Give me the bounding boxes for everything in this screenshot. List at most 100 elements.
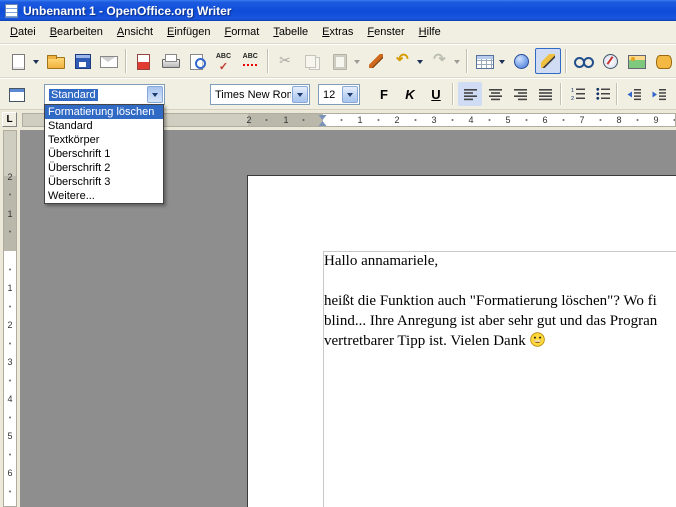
document-line: blind... Ihre Anregung ist aber sehr gut… (324, 311, 657, 331)
print-button[interactable] (157, 48, 183, 74)
paragraph-style-dropdown-button[interactable] (147, 86, 163, 103)
ruler-number: 4 (468, 114, 473, 127)
align-right-button[interactable] (508, 82, 532, 106)
standard-toolbar (0, 44, 676, 78)
style-option-formatierung-loeschen[interactable]: Formatierung löschen (45, 105, 163, 119)
insert-table-button[interactable] (471, 48, 497, 74)
svg-text:1: 1 (571, 88, 574, 94)
document-line: vertretbarer Tipp ist. Vielen Dank (324, 331, 657, 351)
toolbar-separator (616, 83, 617, 105)
format-paintbrush-button[interactable] (363, 48, 389, 74)
open-button[interactable] (42, 48, 68, 74)
undo-button[interactable] (389, 48, 415, 74)
style-option-ueberschrift-1[interactable]: Überschrift 1 (45, 147, 163, 161)
font-size-combo[interactable]: 12 (318, 84, 360, 105)
underline-button[interactable]: U (424, 82, 448, 106)
toolbar-separator (565, 49, 566, 73)
redo-arrow-icon (429, 52, 449, 70)
align-left-button[interactable] (458, 82, 482, 106)
save-floppy-icon (72, 52, 92, 70)
redo-button[interactable] (426, 48, 452, 74)
style-option-textkoerper[interactable]: Textkörper (45, 133, 163, 147)
styles-window-button[interactable] (4, 82, 28, 106)
font-size-value[interactable]: 12 (319, 89, 341, 101)
data-sources-button[interactable] (650, 48, 676, 74)
navigator-button[interactable] (597, 48, 623, 74)
export-as-pdf-button[interactable] (130, 48, 156, 74)
style-option-weitere[interactable]: Weitere... (45, 189, 163, 203)
menu-item-fenster[interactable]: Fenster (360, 22, 411, 42)
toolbar-separator (466, 49, 467, 73)
spellcheck-button[interactable] (211, 48, 237, 74)
cut-button[interactable] (272, 48, 298, 74)
undo-dropdown[interactable] (415, 48, 425, 74)
menu-item-einfuegen[interactable]: Einfügen (160, 22, 217, 42)
paste-button[interactable] (326, 48, 352, 74)
font-name-combo[interactable]: Times New Roman (210, 84, 310, 105)
find-and-replace-button[interactable] (570, 48, 596, 74)
justify-button[interactable] (533, 82, 557, 106)
ruler-band (4, 131, 16, 176)
menu-item-hilfe[interactable]: Hilfe (412, 22, 448, 42)
svg-text:2: 2 (571, 96, 574, 101)
vertical-ruler[interactable]: 2 1 1 2 3 4 5 6 (3, 130, 17, 507)
auto-spellcheck-icon (240, 52, 260, 70)
show-draw-functions-button[interactable] (535, 48, 561, 74)
document-text-area[interactable]: Hallo annamariele, heißt die Funktion au… (324, 251, 657, 351)
align-right-icon (513, 88, 528, 101)
font-size-dropdown-button[interactable] (342, 86, 358, 103)
document-page[interactable]: Hallo annamariele, heißt die Funktion au… (247, 175, 676, 507)
style-option-ueberschrift-3[interactable]: Überschrift 3 (45, 175, 163, 189)
tab-stop-selector[interactable]: L (2, 112, 17, 127)
pdf-icon (133, 52, 153, 70)
align-center-button[interactable] (483, 82, 507, 106)
paste-dropdown[interactable] (352, 48, 362, 74)
new-document-button[interactable] (5, 48, 31, 74)
paragraph-style-value[interactable]: Standard (45, 89, 146, 101)
save-button[interactable] (69, 48, 95, 74)
menu-item-tabelle[interactable]: Tabelle (266, 22, 315, 42)
numbered-list-button[interactable]: 12 (566, 82, 590, 106)
copy-icon (302, 52, 322, 70)
document-line: heißt die Funktion auch "Formatierung lö… (324, 291, 657, 311)
hyperlink-button[interactable] (508, 48, 534, 74)
indent-marker[interactable] (319, 115, 328, 126)
auto-spellcheck-button[interactable] (237, 48, 263, 74)
font-name-value[interactable]: Times New Roman (211, 89, 291, 101)
ruler-number: 5 (4, 431, 16, 441)
scissors-icon (275, 52, 295, 70)
menu-item-ansicht[interactable]: Ansicht (110, 22, 160, 42)
gallery-button[interactable] (623, 48, 649, 74)
picture-icon (626, 52, 646, 70)
increase-indent-button[interactable] (647, 82, 671, 106)
new-document-dropdown[interactable] (31, 48, 41, 74)
ruler-number: 5 (505, 114, 510, 127)
menu-item-extras[interactable]: Extras (315, 22, 360, 42)
document-as-email-button[interactable] (96, 48, 122, 74)
style-option-ueberschrift-2[interactable]: Überschrift 2 (45, 161, 163, 175)
bold-button[interactable]: F (372, 82, 396, 106)
binoculars-icon (573, 52, 593, 70)
copy-button[interactable] (299, 48, 325, 74)
bullet-list-button[interactable] (591, 82, 615, 106)
insert-table-dropdown[interactable] (497, 48, 507, 74)
menu-item-format[interactable]: Format (217, 22, 266, 42)
ruler-number: 1 (4, 283, 16, 293)
paragraph-style-combo[interactable]: Standard (44, 84, 165, 105)
font-name-dropdown-button[interactable] (292, 86, 308, 103)
page-preview-button[interactable] (184, 48, 210, 74)
spellcheck-icon (213, 52, 233, 70)
bullet-list-icon (595, 87, 611, 101)
redo-dropdown[interactable] (452, 48, 462, 74)
ruler-number: 3 (4, 357, 16, 367)
italic-button[interactable]: K (398, 82, 422, 106)
menu-item-datei[interactable]: Datei (3, 22, 43, 42)
ruler-number: 2 (4, 320, 16, 330)
decrease-indent-button[interactable] (622, 82, 646, 106)
menu-item-bearbeiten[interactable]: Bearbeiten (43, 22, 110, 42)
email-envelope-icon (98, 52, 118, 70)
app-icon[interactable] (5, 4, 18, 18)
document-line: Hallo annamariele, (324, 251, 657, 271)
style-option-standard[interactable]: Standard (45, 119, 163, 133)
ruler-number: 1 (283, 114, 288, 127)
